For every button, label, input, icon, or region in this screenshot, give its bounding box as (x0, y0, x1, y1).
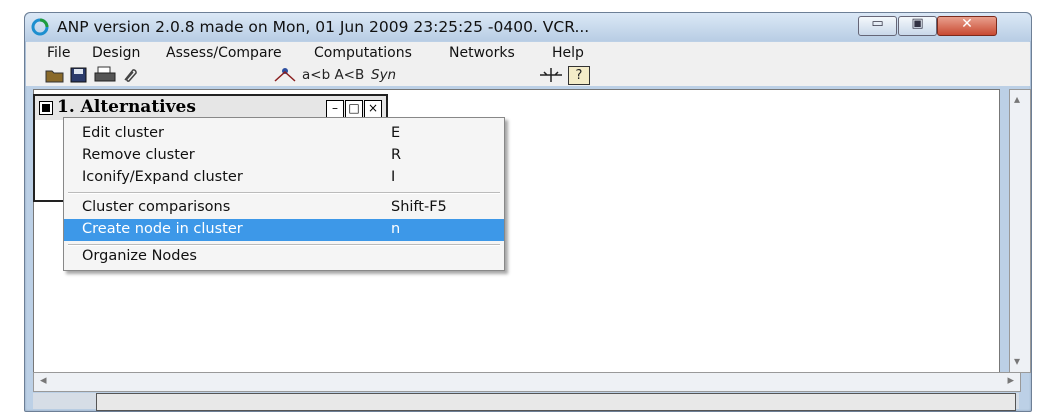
menu-item-shortcut: I (391, 169, 396, 185)
cluster-minimize-icon[interactable]: – (326, 100, 344, 118)
horizontal-scrollbar[interactable]: ◂ ▸ (33, 372, 1021, 392)
synthesis-toolbar-label[interactable]: Syn (371, 67, 396, 83)
menu-item-label: Iconify/Expand cluster (82, 169, 243, 185)
minimize-button[interactable]: ▭ (858, 16, 897, 36)
toolbar: a<b A<B Syn ? (26, 64, 1030, 86)
vertical-scrollbar[interactable]: ▴ ▾ (1009, 89, 1031, 373)
network-node-icon[interactable] (272, 66, 298, 84)
cluster-restore-icon[interactable]: □ (345, 100, 363, 118)
menu-bar: File Design Assess/Compare Computations … (26, 42, 1030, 64)
menu-item-shortcut: E (391, 125, 401, 141)
menu-item-label: Create node in cluster (82, 221, 243, 237)
print-icon[interactable] (94, 66, 116, 84)
menu-item-shortcut: Shift-F5 (391, 199, 447, 215)
menu-separator (68, 192, 500, 194)
menu-item-cluster-comparisons[interactable]: Cluster comparisons Shift-F5 (64, 197, 504, 219)
scroll-up-arrow-icon[interactable]: ▴ (1014, 92, 1020, 106)
cluster-close-icon[interactable]: × (364, 100, 382, 118)
menu-item-shortcut: R (391, 147, 402, 163)
menu-help[interactable]: Help (552, 45, 584, 61)
menu-design[interactable]: Design (92, 45, 140, 61)
open-folder-icon[interactable] (45, 66, 65, 84)
menu-item-edit-cluster[interactable]: Edit cluster E (64, 123, 504, 145)
title-bar: ANP version 2.0.8 made on Mon, 01 Jun 20… (25, 13, 1031, 41)
menu-computations[interactable]: Computations (314, 45, 412, 61)
menu-networks[interactable]: Networks (449, 45, 515, 61)
cluster-title: 1. Alternatives (57, 97, 196, 117)
scroll-right-arrow-icon[interactable]: ▸ (1007, 373, 1014, 388)
app-icon (31, 18, 49, 36)
close-button[interactable]: ✕ (937, 16, 997, 36)
minimize-icon: ▭ (871, 16, 884, 31)
menu-item-label: Organize Nodes (82, 248, 197, 264)
maximize-icon: ▣ (911, 16, 924, 31)
menu-item-iconify-expand-cluster[interactable]: Iconify/Expand cluster I (64, 167, 504, 189)
menu-item-label: Edit cluster (82, 125, 165, 141)
menu-assess-compare[interactable]: Assess/Compare (166, 45, 282, 61)
context-help-icon[interactable]: ? (568, 66, 590, 85)
cluster-system-menu-icon[interactable] (39, 101, 53, 115)
menu-file[interactable]: File (47, 45, 70, 61)
menu-item-shortcut: n (391, 221, 401, 237)
scroll-left-arrow-icon[interactable]: ◂ (40, 373, 47, 388)
cluster-context-menu: Edit cluster E Remove cluster R Iconify/… (63, 117, 505, 271)
menu-item-label: Remove cluster (82, 147, 195, 163)
close-icon: ✕ (961, 16, 973, 32)
save-icon[interactable] (70, 66, 88, 84)
compare-toolbar-label[interactable]: a<b A<B (302, 67, 364, 83)
menu-item-label: Cluster comparisons (82, 199, 231, 215)
menu-item-remove-cluster[interactable]: Remove cluster R (64, 145, 504, 167)
menu-item-create-node-in-cluster[interactable]: Create node in cluster n (64, 219, 504, 241)
paperclip-icon[interactable] (121, 66, 139, 84)
help-question-mark: ? (575, 68, 583, 83)
window-title: ANP version 2.0.8 made on Mon, 01 Jun 20… (57, 18, 590, 36)
maximize-button[interactable]: ▣ (898, 16, 937, 36)
menu-item-organize-nodes[interactable]: Organize Nodes (64, 246, 504, 268)
airplane-icon[interactable] (538, 66, 564, 84)
status-field (96, 393, 1016, 411)
scroll-down-arrow-icon[interactable]: ▾ (1014, 354, 1020, 368)
